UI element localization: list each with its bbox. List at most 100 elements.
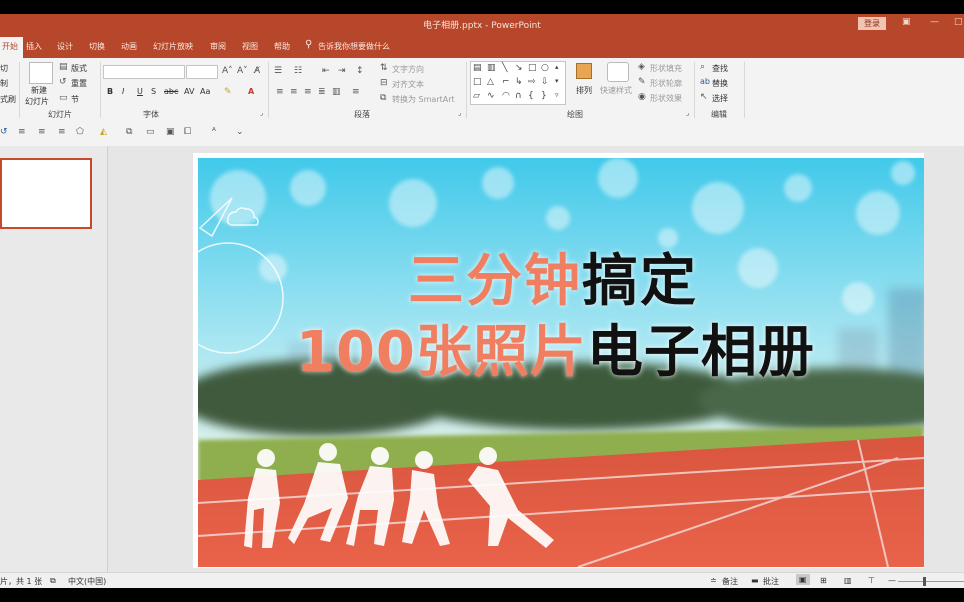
comments-button[interactable]: 批注 (763, 576, 779, 587)
align-text-button[interactable]: 对齐文本 (392, 79, 424, 90)
oval-shape-icon[interactable]: ○ (541, 63, 549, 73)
align-left-icon[interactable]: ≡ (276, 87, 284, 97)
down-arrow-shape-icon[interactable]: ⇩ (541, 77, 549, 87)
underline-button[interactable]: U (137, 87, 143, 96)
tab-design[interactable]: 设计 (57, 41, 73, 52)
slide-sorter-icon[interactable]: ⊞ (820, 576, 827, 585)
select-button[interactable]: 选择 (712, 93, 728, 104)
line-shape-icon[interactable]: ╲ (502, 63, 507, 73)
zoom-slider[interactable] (898, 581, 964, 582)
tab-transitions[interactable]: 切换 (89, 41, 105, 52)
align-right-icon[interactable]: ≡ (304, 87, 312, 97)
bold-button[interactable]: B (107, 87, 113, 96)
ribbon-display-icon[interactable]: ▣ (902, 17, 911, 27)
gallery-up-icon[interactable]: ▴ (555, 63, 559, 71)
format-mini-icon[interactable]: ⧉ (126, 127, 132, 137)
reading-view-icon[interactable]: ▥ (844, 576, 852, 585)
curve-shape-icon[interactable]: ∩ (515, 91, 522, 101)
font-color-button[interactable]: A (248, 87, 254, 96)
minimize-icon[interactable]: — (930, 17, 939, 27)
screenshot-mini-icon[interactable]: ⧠ (184, 127, 191, 137)
redo-icon[interactable]: ↺ (0, 127, 8, 137)
shape-fill-button[interactable]: 形状填充 (650, 63, 682, 74)
textbox-shape-icon[interactable]: ▤ (473, 63, 482, 73)
line-spacing-icon[interactable]: ↕ (356, 66, 364, 76)
justify-icon[interactable]: ≣ (318, 87, 326, 97)
convert-smartart-button[interactable]: 转换为 SmartArt (392, 94, 455, 105)
tab-insert[interactable]: 插入 (26, 41, 42, 52)
italic-button[interactable]: I (122, 87, 124, 96)
freeform-shape-icon[interactable]: ∿ (487, 91, 495, 101)
elbow-arrow-icon[interactable]: ↳ (515, 77, 523, 87)
align-right-mini-icon[interactable]: ≡ (58, 127, 66, 137)
reset-button[interactable]: 重置 (71, 78, 87, 89)
callout-shape-icon[interactable]: ▱ (473, 91, 480, 101)
arrow-line-shape-icon[interactable]: ↘ (515, 63, 523, 73)
triangle-shape-icon[interactable]: △ (487, 77, 494, 87)
paragraph-spacing-icon[interactable]: ≡ (352, 87, 360, 97)
shape-outline-button[interactable]: 形状轮廓 (650, 78, 682, 89)
drawing-dialog-launcher-icon[interactable]: ⌟ (686, 109, 689, 117)
slide-thumbnail-1[interactable] (0, 158, 92, 229)
font-name-combo[interactable] (103, 65, 185, 79)
image-mini-icon[interactable]: ▣ (166, 127, 175, 137)
decrease-indent-icon[interactable]: ⇤ (322, 66, 330, 76)
tab-animations[interactable]: 动画 (121, 41, 137, 52)
slide-title-line-2[interactable]: 100张照片电子相册 (296, 307, 815, 388)
login-button[interactable]: 登录 (858, 17, 886, 30)
shapes-mini-icon[interactable]: ⬠ (76, 127, 84, 137)
slide-canvas[interactable]: 三分钟搞定 100张照片电子相册 (198, 158, 924, 567)
right-brace-shape-icon[interactable]: } (541, 91, 547, 101)
new-slide-label-1[interactable]: 新建 (31, 85, 47, 96)
strikethrough-button[interactable]: abc (164, 87, 178, 96)
right-arrow-shape-icon[interactable]: ⇨ (528, 77, 536, 87)
new-slide-icon[interactable] (29, 62, 53, 84)
align-left-mini-icon[interactable]: ≡ (18, 127, 26, 137)
format-painter-button[interactable]: 式刷 (0, 94, 16, 105)
quick-styles-button[interactable]: 快速样式 (600, 85, 632, 96)
tab-home[interactable]: 开始 (0, 37, 23, 58)
section-button[interactable]: 节 (71, 94, 79, 105)
new-slide-label-2[interactable]: 幻灯片 (25, 96, 49, 107)
fill-mini-icon[interactable]: ◭ (100, 127, 107, 137)
rect-shape-icon[interactable]: □ (473, 77, 482, 87)
elbow-connector-icon[interactable]: ⌐ (502, 77, 510, 87)
slideshow-view-icon[interactable]: ⊤ (868, 576, 875, 585)
arc-shape-icon[interactable]: ◠ (502, 91, 510, 101)
shape-effects-button[interactable]: 形状效果 (650, 93, 682, 104)
bullets-icon[interactable]: ☰ (274, 66, 282, 76)
gallery-more-icon[interactable]: ▿ (555, 91, 559, 99)
align-center-icon[interactable]: ≡ (290, 87, 298, 97)
align-center-mini-icon[interactable]: ≡ (38, 127, 46, 137)
shapes-gallery[interactable]: ▤ ▥ ╲ ↘ □ ○ □ △ ⌐ ↳ ⇨ ⇩ ▱ ∿ ◠ ∩ { } ▴ ▾ … (470, 61, 566, 105)
increase-indent-icon[interactable]: ⇥ (338, 66, 346, 76)
normal-view-icon[interactable]: ▣ (796, 574, 810, 585)
paragraph-dialog-launcher-icon[interactable]: ⌟ (458, 109, 461, 117)
slide-title-line-1[interactable]: 三分钟搞定 (408, 236, 698, 317)
rectangle-shape-icon[interactable]: □ (528, 63, 537, 73)
font-size-combo[interactable] (186, 65, 218, 79)
left-brace-shape-icon[interactable]: { (528, 91, 534, 101)
columns-icon[interactable]: ▥ (332, 87, 341, 97)
highlight-icon[interactable]: ✎ (224, 87, 232, 97)
tell-me-search[interactable]: 告诉我你想要做什么 (318, 41, 390, 52)
maximize-icon[interactable]: □ (954, 17, 963, 27)
copy-button[interactable]: 制 (0, 78, 8, 89)
clear-format-icon[interactable]: A̸ (254, 66, 260, 76)
shadow-button[interactable]: S (151, 87, 156, 96)
find-button[interactable]: 查找 (712, 63, 728, 74)
text-mini-icon[interactable]: ᴬ (212, 127, 216, 137)
text-direction-button[interactable]: 文字方向 (392, 64, 424, 75)
vertical-textbox-shape-icon[interactable]: ▥ (487, 63, 496, 73)
grow-font-icon[interactable]: A˄ (222, 66, 233, 76)
font-dialog-launcher-icon[interactable]: ⌟ (260, 109, 263, 117)
tab-slideshow[interactable]: 幻灯片放映 (153, 41, 193, 52)
picture-mini-icon[interactable]: ▭ (146, 127, 155, 137)
more-mini-icon[interactable]: ⌄ (236, 127, 244, 137)
zoom-out-icon[interactable]: — (888, 576, 896, 585)
char-spacing-button[interactable]: AV (184, 87, 194, 96)
spellcheck-icon[interactable]: ⧉ (50, 576, 56, 586)
replace-button[interactable]: 替换 (712, 78, 728, 89)
numbering-icon[interactable]: ☷ (294, 66, 302, 76)
arrange-button[interactable]: 排列 (576, 85, 592, 96)
